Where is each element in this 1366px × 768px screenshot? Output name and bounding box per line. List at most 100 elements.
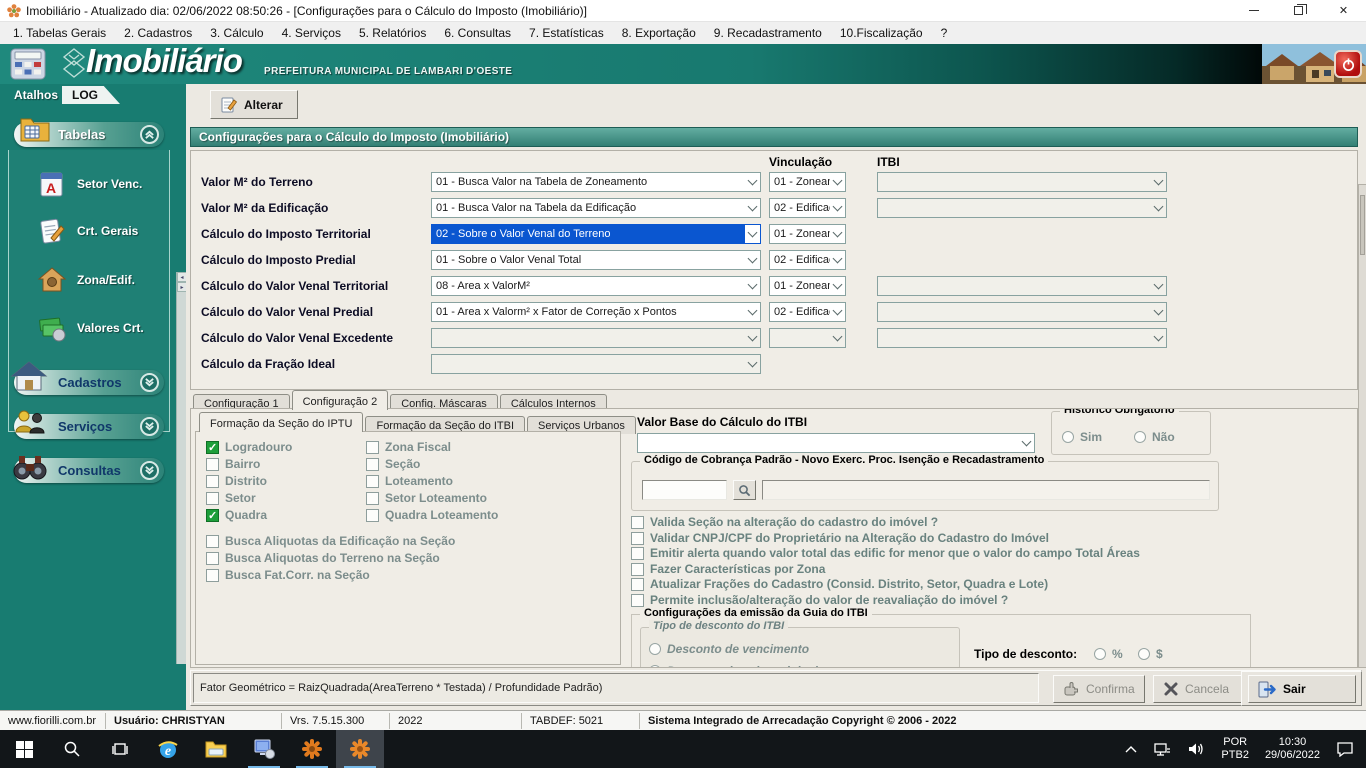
combo-venal-territorial[interactable]: 08 - Area x ValorM² xyxy=(431,276,761,296)
radio-historico-sim[interactable] xyxy=(1062,431,1074,443)
menu-tabelas-gerais[interactable]: 1. Tabelas Gerais xyxy=(4,22,115,44)
checkbox-quadra[interactable] xyxy=(206,509,219,522)
search-icon xyxy=(63,740,81,758)
combo-venal-excedente[interactable] xyxy=(431,328,761,348)
combo-valor-m2-edificacao[interactable]: 01 - Busca Valor na Tabela da Edificação xyxy=(431,198,761,218)
radio-desconto-valor-original[interactable] xyxy=(649,665,661,668)
menu-estatisticas[interactable]: 7. Estatísticas xyxy=(520,22,613,44)
menu-calculo[interactable]: 3. Cálculo xyxy=(201,22,272,44)
sidebar-tab-log[interactable]: LOG xyxy=(62,86,120,104)
alterar-button[interactable]: Alterar xyxy=(210,90,298,119)
checkbox-zona-fiscal[interactable] xyxy=(366,441,379,454)
sidebar-item-crt-gerais[interactable]: Crt. Gerais xyxy=(9,211,169,251)
menu-relatorios[interactable]: 5. Relatórios xyxy=(350,22,435,44)
speaker-icon[interactable] xyxy=(1181,730,1211,768)
language-indicator[interactable]: PORPTB2 xyxy=(1215,730,1255,768)
combo-valor-m2-terreno[interactable]: 01 - Busca Valor na Tabela de Zoneamento xyxy=(431,172,761,192)
combo-valor-base-itbi[interactable] xyxy=(637,433,1035,453)
checkbox-busca-aliquotas-terreno[interactable] xyxy=(206,552,219,565)
combo-vinculacao-1[interactable]: 02 - Edificação xyxy=(769,198,846,218)
expand-chevron-icon[interactable] xyxy=(140,461,159,480)
combo-vinculacao-4[interactable]: 01 - Zoneamento xyxy=(769,276,846,296)
combo-vinculacao-2[interactable]: 01 - Zoneamento xyxy=(769,224,846,244)
combo-itbi-6[interactable] xyxy=(877,328,1167,348)
expand-chevron-icon[interactable] xyxy=(140,417,159,436)
menu-cadastros[interactable]: 2. Cadastros xyxy=(115,22,201,44)
checkbox-bairro[interactable] xyxy=(206,458,219,471)
task-view-button[interactable] xyxy=(96,730,144,768)
tab-formacao-secao-iptu[interactable]: Formação da Seção do IPTU xyxy=(199,412,363,432)
sair-button[interactable]: Sair xyxy=(1248,675,1356,703)
menu-help[interactable]: ? xyxy=(932,22,957,44)
combo-venal-predial[interactable]: 01 - Area x Valorm² x Fator de Correção … xyxy=(431,302,761,322)
file-explorer-button[interactable] xyxy=(192,730,240,768)
internet-explorer-button[interactable]: e xyxy=(144,730,192,768)
desconto-valor-input[interactable] xyxy=(1084,667,1188,668)
tray-chevron-up-icon[interactable] xyxy=(1119,730,1143,768)
checkbox-setor-loteamento[interactable] xyxy=(366,492,379,505)
sidebar-item-valores-crt[interactable]: Valores Crt. xyxy=(9,308,169,348)
fiorilli-app-button[interactable] xyxy=(288,730,336,768)
combo-vinculacao-6[interactable] xyxy=(769,328,846,348)
combo-itbi-0[interactable] xyxy=(877,172,1167,192)
checkbox-busca-aliquotas-edificacao[interactable] xyxy=(206,535,219,548)
combo-vinculacao-5[interactable]: 02 - Edificação xyxy=(769,302,846,322)
chevron-down-icon xyxy=(1151,303,1166,321)
checkbox-caracteristicas-zona[interactable] xyxy=(631,563,644,576)
checkbox-logradouro[interactable] xyxy=(206,441,219,454)
checkbox-emitir-alerta[interactable] xyxy=(631,547,644,560)
checkbox-loteamento[interactable] xyxy=(366,475,379,488)
combo-vinculacao-3[interactable]: 02 - Edificação xyxy=(769,250,846,270)
checkbox-setor[interactable] xyxy=(206,492,219,505)
taskbar-search-button[interactable] xyxy=(48,730,96,768)
expand-chevron-icon[interactable] xyxy=(140,373,159,392)
checkbox-quadra-loteamento[interactable] xyxy=(366,509,379,522)
clock[interactable]: 10:3029/06/2022 xyxy=(1259,730,1326,768)
menu-recadastramento[interactable]: 9. Recadastramento xyxy=(705,22,831,44)
minimize-button[interactable] xyxy=(1231,0,1276,22)
close-button[interactable]: ✕ xyxy=(1321,0,1366,22)
start-button[interactable] xyxy=(0,730,48,768)
fiorilli-imobiliario-button[interactable] xyxy=(336,730,384,768)
combo-itbi-4[interactable] xyxy=(877,276,1167,296)
notification-center-icon[interactable] xyxy=(1330,730,1360,768)
menu-fiscalizacao[interactable]: 10.Fiscalização xyxy=(831,22,932,44)
checkbox-valida-secao[interactable] xyxy=(631,516,644,529)
field-label: Cálculo do Valor Venal Territorial xyxy=(201,279,388,293)
power-button[interactable] xyxy=(1334,50,1362,78)
checkbox-busca-fatcorr[interactable] xyxy=(206,569,219,582)
codigo-cobranca-input[interactable] xyxy=(642,480,727,500)
sidebar-tab-atalhos[interactable]: Atalhos xyxy=(14,88,58,102)
checkbox-atualizar-fracoes[interactable] xyxy=(631,578,644,591)
cancela-button[interactable]: Cancela xyxy=(1153,675,1245,703)
sidebar-scrollbar[interactable]: ◂▸ xyxy=(176,272,186,664)
network-icon[interactable] xyxy=(1147,730,1177,768)
radio-desconto-percent[interactable] xyxy=(1094,648,1106,660)
radio-historico-nao[interactable] xyxy=(1134,431,1146,443)
content-scrollbar[interactable] xyxy=(1358,184,1366,668)
system-app-button[interactable] xyxy=(240,730,288,768)
checkbox-secao[interactable] xyxy=(366,458,379,471)
combo-imposto-predial[interactable]: 01 - Sobre o Valor Venal Total xyxy=(431,250,761,270)
radio-desconto-vencimento[interactable] xyxy=(649,643,661,655)
combo-fracao-ideal[interactable] xyxy=(431,354,761,374)
confirma-button[interactable]: Confirma xyxy=(1053,675,1145,703)
collapse-chevron-icon[interactable] xyxy=(140,125,159,144)
search-codigo-button[interactable] xyxy=(733,480,756,500)
checkbox-validar-cnpj-cpf[interactable] xyxy=(631,532,644,545)
combo-itbi-5[interactable] xyxy=(877,302,1167,322)
checkbox-permite-reavaliacao[interactable] xyxy=(631,594,644,607)
menu-exportacao[interactable]: 8. Exportação xyxy=(613,22,705,44)
restore-button[interactable] xyxy=(1276,0,1321,22)
combo-imposto-territorial[interactable]: 02 - Sobre o Valor Venal do Terreno xyxy=(431,224,761,244)
sidebar-item-zona-edif[interactable]: Zona/Edif. xyxy=(9,260,169,300)
combo-vinculacao-0[interactable]: 01 - Zoneamento xyxy=(769,172,846,192)
checkbox-distrito[interactable] xyxy=(206,475,219,488)
sidebar-item-setor-venc[interactable]: A Setor Venc. xyxy=(9,164,169,204)
radio-desconto-cash[interactable] xyxy=(1138,648,1150,660)
combo-itbi-1[interactable] xyxy=(877,198,1167,218)
menu-servicos[interactable]: 4. Serviços xyxy=(273,22,350,44)
tab-configuracao-2[interactable]: Configuração 2 xyxy=(292,390,389,410)
menu-consultas[interactable]: 6. Consultas xyxy=(435,22,520,44)
title-bar: Imobiliário - Atualizado dia: 02/06/2022… xyxy=(0,0,1366,22)
